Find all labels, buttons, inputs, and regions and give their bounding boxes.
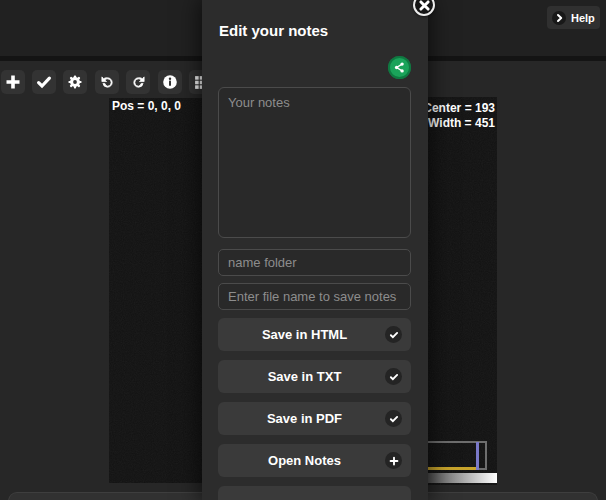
info-icon	[162, 74, 178, 90]
plus-icon	[385, 452, 402, 469]
partial-bottom-button[interactable]	[218, 486, 411, 500]
file-name-input[interactable]	[218, 283, 411, 310]
share-button[interactable]	[388, 56, 411, 79]
help-button[interactable]: Help	[547, 6, 600, 29]
save-txt-label: Save in TXT	[268, 369, 342, 384]
save-pdf-label: Save in PDF	[267, 411, 342, 426]
plus-icon	[5, 74, 21, 90]
open-notes-label: Open Notes	[268, 453, 341, 468]
info-button[interactable]	[158, 70, 182, 94]
close-icon	[418, 0, 431, 12]
gear-icon	[67, 74, 83, 90]
image-viewport-right[interactable]: Center = 193 Width = 451	[427, 97, 497, 485]
width-readout: Width = 451	[428, 116, 495, 130]
check-icon	[385, 410, 402, 427]
save-html-button[interactable]: Save in HTML	[218, 318, 411, 351]
save-html-label: Save in HTML	[262, 327, 347, 342]
modal-title: Edit your notes	[219, 22, 328, 39]
redo-icon	[131, 75, 146, 90]
folder-name-input[interactable]	[218, 249, 411, 276]
save-pdf-button[interactable]: Save in PDF	[218, 402, 411, 435]
help-button-label: Help	[571, 12, 595, 24]
check-icon	[385, 326, 402, 343]
add-button[interactable]	[1, 70, 25, 94]
check-icon	[36, 74, 52, 90]
apply-button[interactable]	[32, 70, 56, 94]
open-notes-button[interactable]: Open Notes	[218, 444, 411, 477]
edit-notes-modal: Edit your notes Save in HTML Save in TXT	[202, 0, 428, 500]
settings-button[interactable]	[63, 70, 87, 94]
center-readout: Center = 193	[423, 101, 495, 115]
histogram-marker-line	[476, 442, 479, 470]
app-window: Help	[0, 0, 606, 500]
redo-button[interactable]	[126, 70, 150, 94]
position-readout: Pos = 0, 0, 0	[112, 99, 181, 113]
chevron-right-icon	[552, 11, 566, 25]
image-viewport-left[interactable]: Pos = 0, 0, 0	[109, 98, 202, 483]
undo-icon	[100, 75, 115, 90]
undo-button[interactable]	[95, 70, 119, 94]
share-icon	[393, 61, 406, 74]
notes-textarea[interactable]	[218, 87, 411, 238]
check-icon	[385, 368, 402, 385]
save-txt-button[interactable]: Save in TXT	[218, 360, 411, 393]
grayscale-colorbar	[419, 473, 497, 483]
